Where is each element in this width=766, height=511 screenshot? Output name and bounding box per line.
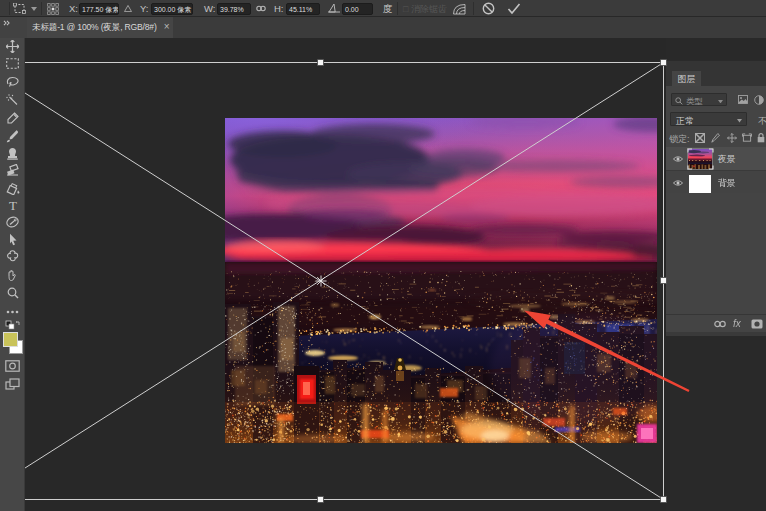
svg-text:T: T xyxy=(9,199,17,211)
